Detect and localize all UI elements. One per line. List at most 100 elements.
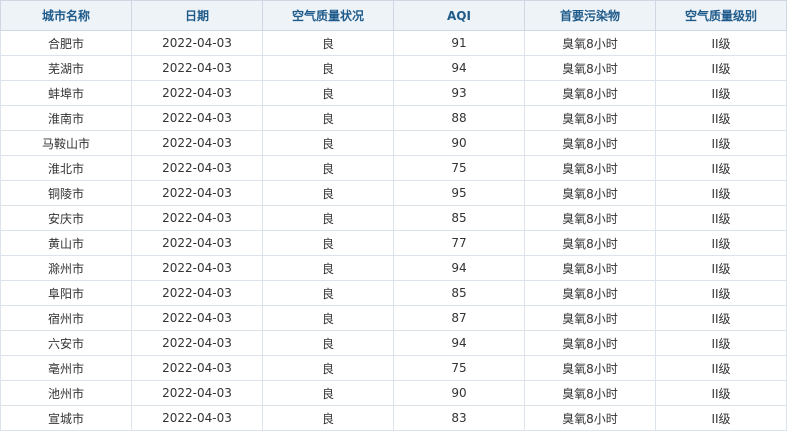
table-row: 淮南市 2022-04-03 良 88 臭氧8小时 II级: [0, 105, 787, 131]
status-cell: 良: [262, 80, 394, 106]
level-cell: II级: [655, 55, 787, 81]
table-row: 马鞍山市 2022-04-03 良 90 臭氧8小时 II级: [0, 130, 787, 156]
status-cell: 良: [262, 105, 394, 131]
level-cell: II级: [655, 30, 787, 56]
pollutant-cell: 臭氧8小时: [524, 380, 656, 406]
date-cell: 2022-04-03: [131, 355, 263, 381]
level-cell: II级: [655, 155, 787, 181]
pollutant-cell: 臭氧8小时: [524, 80, 656, 106]
table-row: 淮北市 2022-04-03 良 75 臭氧8小时 II级: [0, 155, 787, 181]
aqi-cell: 91: [393, 30, 525, 56]
city-cell: 蚌埠市: [0, 80, 132, 106]
table-row: 芜湖市 2022-04-03 良 94 臭氧8小时 II级: [0, 55, 787, 81]
pollutant-cell: 臭氧8小时: [524, 305, 656, 331]
city-cell: 阜阳市: [0, 280, 132, 306]
aqi-cell: 94: [393, 55, 525, 81]
aqi-cell: 75: [393, 155, 525, 181]
pollutant-cell: 臭氧8小时: [524, 255, 656, 281]
level-cell: II级: [655, 80, 787, 106]
pollutant-cell: 臭氧8小时: [524, 405, 656, 431]
city-cell: 六安市: [0, 330, 132, 356]
pollutant-cell: 臭氧8小时: [524, 330, 656, 356]
table-row: 宿州市 2022-04-03 良 87 臭氧8小时 II级: [0, 305, 787, 331]
pollutant-cell: 臭氧8小时: [524, 230, 656, 256]
status-cell: 良: [262, 130, 394, 156]
header-date: 日期: [131, 0, 263, 31]
air-quality-table: 城市名称 日期 空气质量状况 AQI 首要污染物 空气质量级别 合肥市 2022-…: [0, 0, 787, 431]
status-cell: 良: [262, 30, 394, 56]
aqi-cell: 88: [393, 105, 525, 131]
date-cell: 2022-04-03: [131, 55, 263, 81]
date-cell: 2022-04-03: [131, 230, 263, 256]
status-cell: 良: [262, 280, 394, 306]
header-city: 城市名称: [0, 0, 132, 31]
city-cell: 芜湖市: [0, 55, 132, 81]
table-body: 合肥市 2022-04-03 良 91 臭氧8小时 II级 芜湖市 2022-04-03 良 94…: [0, 30, 787, 431]
table-row: 铜陵市 2022-04-03 良 95 臭氧8小时 II级: [0, 180, 787, 206]
level-cell: II级: [655, 180, 787, 206]
aqi-cell: 90: [393, 380, 525, 406]
date-cell: 2022-04-03: [131, 380, 263, 406]
aqi-cell: 94: [393, 255, 525, 281]
aqi-cell: 85: [393, 205, 525, 231]
table-row: 六安市 2022-04-03 良 94 臭氧8小时 II级: [0, 330, 787, 356]
city-cell: 池州市: [0, 380, 132, 406]
city-cell: 安庆市: [0, 205, 132, 231]
aqi-cell: 87: [393, 305, 525, 331]
date-cell: 2022-04-03: [131, 280, 263, 306]
pollutant-cell: 臭氧8小时: [524, 180, 656, 206]
table-row: 安庆市 2022-04-03 良 85 臭氧8小时 II级: [0, 205, 787, 231]
level-cell: II级: [655, 330, 787, 356]
date-cell: 2022-04-03: [131, 180, 263, 206]
table-row: 阜阳市 2022-04-03 良 85 臭氧8小时 II级: [0, 280, 787, 306]
city-cell: 宣城市: [0, 405, 132, 431]
level-cell: II级: [655, 205, 787, 231]
table-row: 滁州市 2022-04-03 良 94 臭氧8小时 II级: [0, 255, 787, 281]
status-cell: 良: [262, 330, 394, 356]
city-cell: 合肥市: [0, 30, 132, 56]
table-row: 黄山市 2022-04-03 良 77 臭氧8小时 II级: [0, 230, 787, 256]
status-cell: 良: [262, 355, 394, 381]
status-cell: 良: [262, 380, 394, 406]
status-cell: 良: [262, 55, 394, 81]
status-cell: 良: [262, 405, 394, 431]
header-air-quality-status: 空气质量状况: [262, 0, 394, 31]
city-cell: 马鞍山市: [0, 130, 132, 156]
level-cell: II级: [655, 355, 787, 381]
city-cell: 宿州市: [0, 305, 132, 331]
table-row: 池州市 2022-04-03 良 90 臭氧8小时 II级: [0, 380, 787, 406]
header-row: 城市名称 日期 空气质量状况 AQI 首要污染物 空气质量级别: [0, 0, 787, 31]
aqi-cell: 77: [393, 230, 525, 256]
aqi-cell: 94: [393, 330, 525, 356]
status-cell: 良: [262, 305, 394, 331]
status-cell: 良: [262, 155, 394, 181]
status-cell: 良: [262, 230, 394, 256]
date-cell: 2022-04-03: [131, 130, 263, 156]
city-cell: 淮北市: [0, 155, 132, 181]
status-cell: 良: [262, 180, 394, 206]
date-cell: 2022-04-03: [131, 305, 263, 331]
status-cell: 良: [262, 205, 394, 231]
pollutant-cell: 臭氧8小时: [524, 55, 656, 81]
level-cell: II级: [655, 280, 787, 306]
date-cell: 2022-04-03: [131, 155, 263, 181]
aqi-cell: 83: [393, 405, 525, 431]
date-cell: 2022-04-03: [131, 405, 263, 431]
city-cell: 淮南市: [0, 105, 132, 131]
aqi-cell: 95: [393, 180, 525, 206]
level-cell: II级: [655, 405, 787, 431]
status-cell: 良: [262, 255, 394, 281]
header-air-quality-level: 空气质量级别: [655, 0, 787, 31]
table-row: 蚌埠市 2022-04-03 良 93 臭氧8小时 II级: [0, 80, 787, 106]
aqi-cell: 90: [393, 130, 525, 156]
city-cell: 滁州市: [0, 255, 132, 281]
header-primary-pollutant: 首要污染物: [524, 0, 656, 31]
city-cell: 铜陵市: [0, 180, 132, 206]
aqi-cell: 93: [393, 80, 525, 106]
level-cell: II级: [655, 380, 787, 406]
table-header: 城市名称 日期 空气质量状况 AQI 首要污染物 空气质量级别: [0, 0, 787, 31]
date-cell: 2022-04-03: [131, 205, 263, 231]
table-row: 亳州市 2022-04-03 良 75 臭氧8小时 II级: [0, 355, 787, 381]
date-cell: 2022-04-03: [131, 80, 263, 106]
pollutant-cell: 臭氧8小时: [524, 205, 656, 231]
